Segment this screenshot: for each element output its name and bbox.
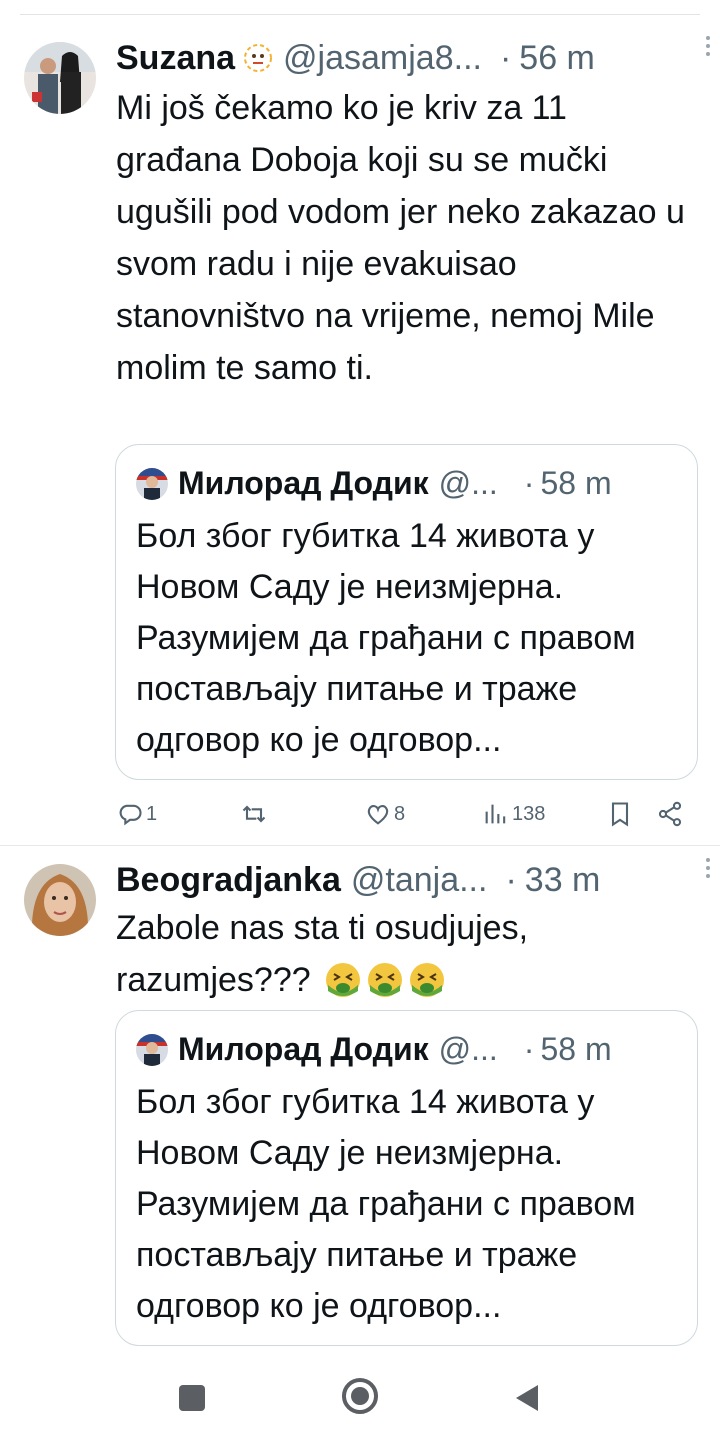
nauseated-face-icon [366, 961, 404, 999]
like-count: 8 [394, 802, 406, 825]
quote-time: 58 m [540, 465, 612, 501]
nauseated-face-icon [324, 961, 362, 999]
avatar[interactable] [24, 864, 96, 936]
quoted-tweet[interactable]: Милорад Додик @... · 58 m Бол због губитка … [115, 1010, 698, 1346]
quote-author-name: Милорад Додик [178, 1031, 429, 1067]
quote-author-name: Милорад Додик [178, 465, 429, 501]
more-options-icon[interactable] [704, 858, 712, 882]
avatar[interactable] [24, 42, 96, 114]
tweet-text-body: Zabole nas sta ti osudjujes, razumjes??? [116, 909, 529, 999]
reply-icon [119, 804, 142, 826]
heart-icon [367, 805, 389, 825]
bookmark-icon [611, 802, 629, 827]
quote-author-handle: @... [438, 465, 498, 501]
dot-separator: · [523, 1031, 535, 1067]
smiling-face-icon [243, 40, 273, 72]
tweet-text: Mi još čekamo ko je kriv za 11 građana D… [116, 89, 685, 387]
recents-square-icon[interactable] [176, 1382, 208, 1419]
quote-header: Милорад Додик @... · 58 m [136, 463, 677, 503]
reply-count: 1 [146, 802, 158, 825]
bookmark-button[interactable] [606, 796, 634, 832]
retweet-button[interactable] [240, 796, 270, 832]
quote-text: Бол због губитка 14 живота у Новом Саду … [136, 1083, 636, 1325]
views-button[interactable]: 138 [482, 796, 545, 832]
author-name[interactable]: Suzana [116, 39, 235, 77]
like-button[interactable]: 8 [364, 796, 405, 832]
quote-avatar [136, 468, 168, 500]
dot-separator: · [499, 39, 512, 77]
retweet-icon [242, 805, 266, 823]
top-divider [20, 14, 700, 15]
reply-button[interactable]: 1 [116, 796, 157, 832]
share-icon [658, 801, 682, 827]
tweet-time[interactable]: 33 m [525, 861, 601, 899]
tweet-header: Suzana @jasamja8... · 56 m [116, 36, 700, 80]
dot-separator: · [523, 465, 535, 501]
dot-separator: · [505, 861, 517, 899]
tweet-actions: 1 8 138 [116, 796, 690, 832]
quote-text: Бол због губитка 14 живота у Новом Саду … [136, 517, 636, 759]
author-handle[interactable]: @jasamja8... [283, 39, 482, 77]
quote-author-handle: @... [438, 1031, 498, 1067]
tweet[interactable]: Beogradjanka @tanja... · 33 m Zabole nas st… [0, 846, 720, 1346]
system-nav-bar [0, 1360, 720, 1444]
author-handle[interactable]: @tanja... [351, 861, 488, 899]
share-button[interactable] [656, 796, 684, 832]
nauseated-face-icon [408, 961, 446, 999]
quote-time: 58 m [540, 1031, 612, 1067]
quote-header: Милорад Додик @... · 58 m [136, 1029, 677, 1069]
tweet-time[interactable]: 56 m [519, 39, 595, 77]
home-circle-icon[interactable] [340, 1376, 380, 1421]
tweet-text: Zabole nas sta ti osudjujes, razumjes??? [116, 902, 690, 1006]
quote-avatar [136, 1034, 168, 1066]
views-icon [485, 804, 506, 824]
views-count: 138 [512, 802, 546, 825]
author-name[interactable]: Beogradjanka [116, 861, 341, 899]
more-options-icon[interactable] [704, 36, 712, 60]
quoted-tweet[interactable]: Милорад Додик @... · 58 m Бол због губитка … [115, 444, 698, 780]
tweet[interactable]: Suzana @jasamja8... · 56 m Mi još čekamo ko… [0, 24, 720, 844]
tweet-header: Beogradjanka @tanja... · 33 m [116, 858, 700, 902]
back-triangle-icon[interactable] [512, 1382, 544, 1419]
